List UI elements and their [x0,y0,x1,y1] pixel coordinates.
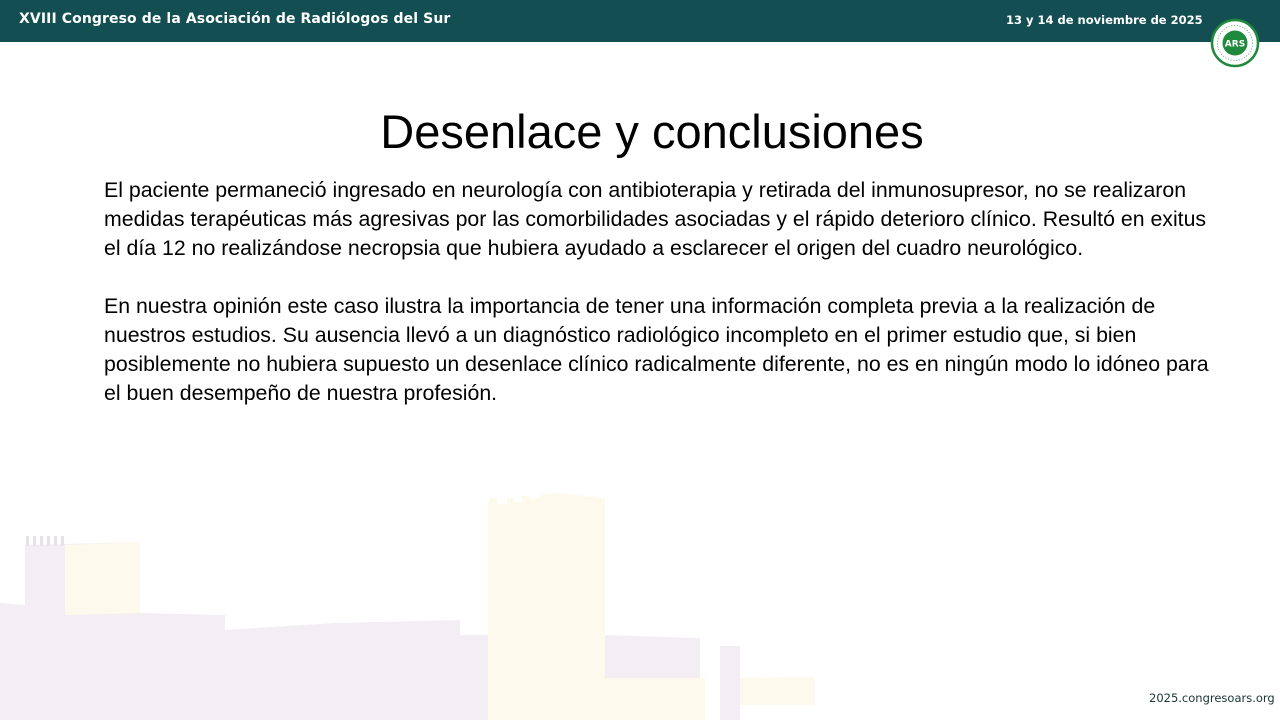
paragraph-outcome: El paciente permaneció ingresado en neur… [104,178,1207,260]
ars-logo-icon: ARS [1210,18,1260,68]
event-title: XVIII Congreso de la Asociación de Radió… [19,11,451,27]
slide-body: El paciente permaneció ingresado en neur… [104,176,1224,437]
footer-url: 2025.congresoars.org [1149,691,1275,705]
header-bar: XVIII Congreso de la Asociación de Radió… [0,0,1280,42]
slide-title: Desenlace y conclusiones [380,105,924,158]
background-skyline-illustration [0,493,815,720]
event-dates: 13 y 14 de noviembre de 2025 [1006,13,1203,27]
logo-text: ARS [1225,39,1245,49]
paragraph-conclusion: En nuestra opinión este caso ilustra la … [104,294,1209,405]
